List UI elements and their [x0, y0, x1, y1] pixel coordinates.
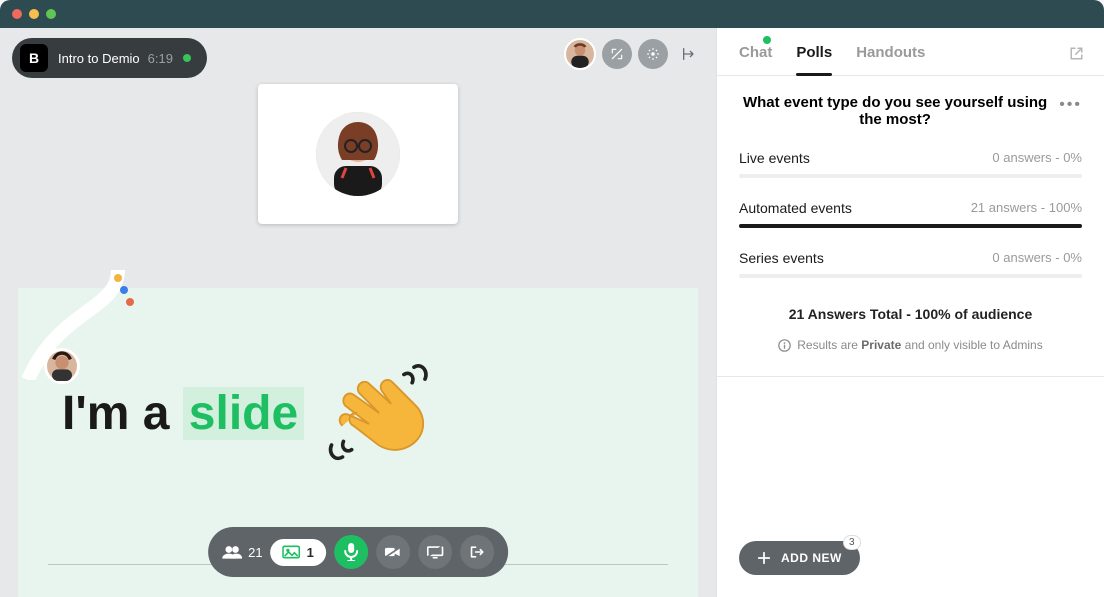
slide-text-em: slide — [183, 387, 304, 440]
external-link-icon — [1069, 46, 1084, 61]
session-time: 6:19 — [148, 51, 173, 66]
sidebar-tabs: Chat Polls Handouts — [717, 28, 1104, 76]
people-icon — [222, 545, 242, 559]
info-icon — [778, 339, 791, 352]
poll-option-bar — [739, 174, 1082, 178]
chat-unread-indicator — [763, 36, 771, 44]
window-minimize[interactable] — [29, 9, 39, 19]
media-button[interactable]: 1 — [271, 539, 326, 566]
presenter-card[interactable] — [258, 84, 458, 224]
gear-icon — [646, 47, 660, 61]
poll-option-bar — [739, 224, 1082, 228]
expand-button[interactable] — [602, 39, 632, 69]
poll-option-bar — [739, 274, 1082, 278]
image-icon — [283, 545, 301, 559]
attendees-button[interactable]: 21 — [222, 545, 262, 560]
poll-panel: What event type do you see yourself usin… — [717, 76, 1104, 519]
presenter-avatar — [316, 112, 400, 196]
add-new-badge: 3 — [843, 535, 861, 550]
window-close[interactable] — [12, 9, 22, 19]
tab-polls[interactable]: Polls — [796, 44, 832, 75]
poll-summary: 21 Answers Total - 100% of audience — [739, 306, 1082, 322]
stage: B Intro to Demio 6:19 — [0, 28, 716, 597]
poll-question: What event type do you see yourself usin… — [739, 94, 1051, 128]
session-badge: B — [20, 44, 48, 72]
exit-button[interactable] — [674, 39, 704, 69]
expand-icon — [610, 47, 624, 61]
presenter-controls: 21 1 — [208, 527, 508, 577]
live-indicator — [183, 54, 191, 62]
poll-option-label: Automated events — [739, 200, 852, 216]
screen-share-icon — [426, 545, 444, 559]
microphone-icon — [344, 543, 358, 561]
camera-off-button[interactable] — [376, 535, 410, 569]
slide-area: I'm a slide 21 — [18, 288, 698, 597]
poll-menu-button[interactable]: ••• — [1059, 94, 1082, 114]
media-count: 1 — [307, 545, 314, 560]
poll-option[interactable]: Live events 0 answers - 0% — [739, 150, 1082, 178]
settings-button[interactable] — [638, 39, 668, 69]
session-title: Intro to Demio — [58, 51, 140, 66]
poll-option[interactable]: Automated events 21 answers - 100% — [739, 200, 1082, 228]
tab-handouts[interactable]: Handouts — [856, 44, 925, 75]
plus-icon — [757, 551, 771, 565]
camera-off-icon — [384, 545, 402, 559]
poll-option[interactable]: Series events 0 answers - 0% — [739, 250, 1082, 278]
slide-headline: I'm a slide — [62, 358, 654, 468]
exit-icon — [681, 46, 697, 62]
attendees-count: 21 — [248, 545, 262, 560]
poll-privacy-note: Results are Private and only visible to … — [739, 338, 1082, 352]
add-new-label: ADD NEW — [781, 551, 842, 565]
share-screen-button[interactable] — [418, 535, 452, 569]
leave-button[interactable] — [460, 535, 494, 569]
tab-chat[interactable]: Chat — [739, 44, 772, 75]
leave-icon — [469, 545, 485, 559]
window-zoom[interactable] — [46, 9, 56, 19]
slide-text-pre: I'm a — [62, 387, 183, 440]
add-new-button[interactable]: ADD NEW — [739, 541, 860, 575]
panel-divider — [717, 376, 1104, 377]
wave-hand-icon — [326, 358, 436, 468]
session-chip[interactable]: B Intro to Demio 6:19 — [12, 38, 207, 78]
mic-button[interactable] — [334, 535, 368, 569]
sidebar: Chat Polls Handouts What event type do y… — [716, 28, 1104, 597]
popout-button[interactable] — [1069, 46, 1084, 61]
poll-option-label: Series events — [739, 250, 824, 266]
poll-option-label: Live events — [739, 150, 810, 166]
window-titlebar — [0, 0, 1104, 28]
presenter-avatar-small[interactable] — [564, 38, 596, 70]
